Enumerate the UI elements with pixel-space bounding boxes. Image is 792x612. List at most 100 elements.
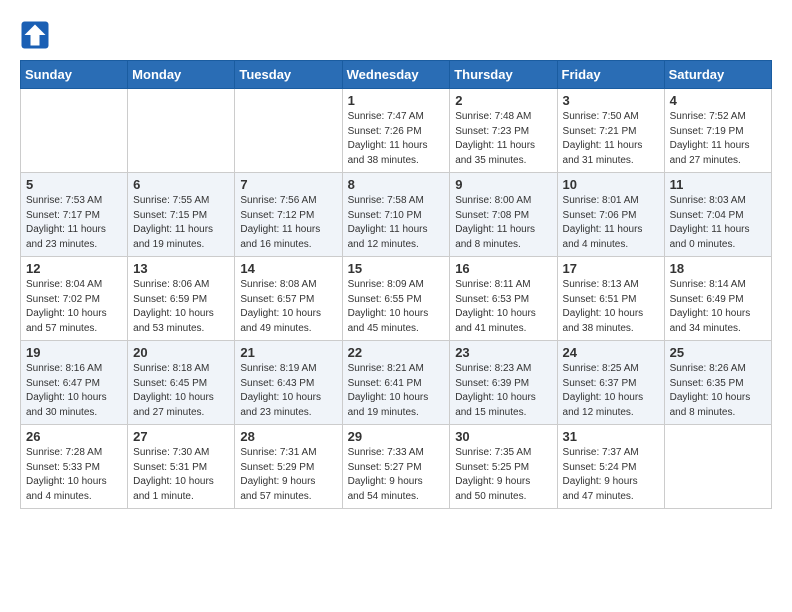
day-info: Sunrise: 8:08 AM Sunset: 6:57 PM Dayligh…: [240, 278, 336, 336]
calendar-header-friday: Friday: [557, 61, 664, 89]
day-number: 29: [348, 429, 445, 444]
day-info: Sunrise: 8:23 AM Sunset: 6:39 PM Dayligh…: [455, 362, 551, 420]
calendar-cell: 22Sunrise: 8:21 AM Sunset: 6:41 PM Dayli…: [342, 341, 450, 425]
day-number: 12: [26, 261, 122, 276]
day-info: Sunrise: 8:11 AM Sunset: 6:53 PM Dayligh…: [455, 278, 551, 336]
day-info: Sunrise: 8:09 AM Sunset: 6:55 PM Dayligh…: [348, 278, 445, 336]
day-info: Sunrise: 8:16 AM Sunset: 6:47 PM Dayligh…: [26, 362, 122, 420]
day-number: 28: [240, 429, 336, 444]
calendar-week-row: 26 Sunrise: 7:28 AM Sunset: 5:33 PM Dayli…: [21, 425, 772, 509]
day-number: 16: [455, 261, 551, 276]
calendar-cell: 18 Sunrise: 8:14 AM Sunset: 6:49 PM Dayli…: [664, 257, 771, 341]
calendar-cell: 19 Sunrise: 8:16 AM Sunset: 6:47 PM Dayli…: [21, 341, 128, 425]
day-number: 13: [133, 261, 229, 276]
day-number: 19: [26, 345, 122, 360]
calendar-cell: 7 Sunrise: 7:56 AM Sunset: 7:12 PM Daylig…: [235, 173, 342, 257]
day-number: 27: [133, 429, 229, 444]
calendar-cell: [21, 89, 128, 173]
calendar-table: SundayMondayTuesdayWednesdayThursdayFrid…: [20, 60, 772, 509]
day-number: 10: [563, 177, 659, 192]
day-info: Sunrise: 8:06 AM Sunset: 6:59 PM Dayligh…: [133, 278, 229, 336]
day-number: 30: [455, 429, 551, 444]
calendar-header-monday: Monday: [128, 61, 235, 89]
day-number: 4: [670, 93, 766, 108]
day-info: Sunrise: 7:30 AM Sunset: 5:31 PM Dayligh…: [133, 446, 229, 504]
day-number: 7: [240, 177, 336, 192]
logo-icon: [20, 20, 50, 50]
day-info: Sunrise: 8:01 AM Sunset: 7:06 PM Dayligh…: [563, 194, 659, 252]
day-number: 24: [563, 345, 659, 360]
calendar-header-saturday: Saturday: [664, 61, 771, 89]
calendar-cell: 11 Sunrise: 8:03 AM Sunset: 7:04 PM Dayli…: [664, 173, 771, 257]
day-info: Sunrise: 7:56 AM Sunset: 7:12 PM Dayligh…: [240, 194, 336, 252]
calendar-header-wednesday: Wednesday: [342, 61, 450, 89]
calendar-cell: 5 Sunrise: 7:53 AM Sunset: 7:17 PM Daylig…: [21, 173, 128, 257]
day-number: 31: [563, 429, 659, 444]
day-info: Sunrise: 8:26 AM Sunset: 6:35 PM Dayligh…: [670, 362, 766, 420]
calendar-cell: 2 Sunrise: 7:48 AM Sunset: 7:23 PM Daylig…: [450, 89, 557, 173]
day-info: Sunrise: 7:28 AM Sunset: 5:33 PM Dayligh…: [26, 446, 122, 504]
day-info: Sunrise: 7:55 AM Sunset: 7:15 PM Dayligh…: [133, 194, 229, 252]
day-info: Sunrise: 8:25 AM Sunset: 6:37 PM Dayligh…: [563, 362, 659, 420]
calendar-cell: 12 Sunrise: 8:04 AM Sunset: 7:02 PM Dayli…: [21, 257, 128, 341]
logo: [20, 20, 54, 50]
day-info: Sunrise: 7:31 AM Sunset: 5:29 PM Dayligh…: [240, 446, 336, 504]
day-number: 2: [455, 93, 551, 108]
calendar-cell: 27 Sunrise: 7:30 AM Sunset: 5:31 PM Dayli…: [128, 425, 235, 509]
day-number: 14: [240, 261, 336, 276]
calendar-week-row: 19 Sunrise: 8:16 AM Sunset: 6:47 PM Dayli…: [21, 341, 772, 425]
day-info: Sunrise: 7:52 AM Sunset: 7:19 PM Dayligh…: [670, 110, 766, 168]
day-number: 17: [563, 261, 659, 276]
day-number: 26: [26, 429, 122, 444]
calendar-cell: 24 Sunrise: 8:25 AM Sunset: 6:37 PM Dayli…: [557, 341, 664, 425]
calendar-header-tuesday: Tuesday: [235, 61, 342, 89]
day-info: Sunrise: 7:37 AM Sunset: 5:24 PM Dayligh…: [563, 446, 659, 504]
calendar-cell: 25Sunrise: 8:26 AM Sunset: 6:35 PM Dayli…: [664, 341, 771, 425]
day-number: 11: [670, 177, 766, 192]
calendar-cell: 4 Sunrise: 7:52 AM Sunset: 7:19 PM Daylig…: [664, 89, 771, 173]
day-number: 22: [348, 345, 445, 360]
calendar-cell: 29 Sunrise: 7:33 AM Sunset: 5:27 PM Dayli…: [342, 425, 450, 509]
calendar-cell: 15Sunrise: 8:09 AM Sunset: 6:55 PM Dayli…: [342, 257, 450, 341]
calendar-header-sunday: Sunday: [21, 61, 128, 89]
day-number: 3: [563, 93, 659, 108]
calendar-cell: [664, 425, 771, 509]
calendar-cell: 28 Sunrise: 7:31 AM Sunset: 5:29 PM Dayli…: [235, 425, 342, 509]
calendar-cell: 31 Sunrise: 7:37 AM Sunset: 5:24 PM Dayli…: [557, 425, 664, 509]
calendar-header-row: SundayMondayTuesdayWednesdayThursdayFrid…: [21, 61, 772, 89]
calendar-cell: 10 Sunrise: 8:01 AM Sunset: 7:06 PM Dayli…: [557, 173, 664, 257]
calendar-cell: 16 Sunrise: 8:11 AM Sunset: 6:53 PM Dayli…: [450, 257, 557, 341]
day-info: Sunrise: 7:53 AM Sunset: 7:17 PM Dayligh…: [26, 194, 122, 252]
day-info: Sunrise: 8:14 AM Sunset: 6:49 PM Dayligh…: [670, 278, 766, 336]
day-number: 18: [670, 261, 766, 276]
calendar-cell: 23 Sunrise: 8:23 AM Sunset: 6:39 PM Dayli…: [450, 341, 557, 425]
day-number: 23: [455, 345, 551, 360]
calendar-cell: 9 Sunrise: 8:00 AM Sunset: 7:08 PM Daylig…: [450, 173, 557, 257]
calendar-cell: 8Sunrise: 7:58 AM Sunset: 7:10 PM Daylig…: [342, 173, 450, 257]
page-header: [20, 20, 772, 50]
calendar-cell: [128, 89, 235, 173]
calendar-cell: 17 Sunrise: 8:13 AM Sunset: 6:51 PM Dayli…: [557, 257, 664, 341]
calendar-cell: 14 Sunrise: 8:08 AM Sunset: 6:57 PM Dayli…: [235, 257, 342, 341]
day-number: 21: [240, 345, 336, 360]
day-info: Sunrise: 8:03 AM Sunset: 7:04 PM Dayligh…: [670, 194, 766, 252]
day-info: Sunrise: 7:35 AM Sunset: 5:25 PM Dayligh…: [455, 446, 551, 504]
calendar-cell: 26 Sunrise: 7:28 AM Sunset: 5:33 PM Dayli…: [21, 425, 128, 509]
day-info: Sunrise: 8:00 AM Sunset: 7:08 PM Dayligh…: [455, 194, 551, 252]
calendar-cell: 3 Sunrise: 7:50 AM Sunset: 7:21 PM Daylig…: [557, 89, 664, 173]
day-info: Sunrise: 7:33 AM Sunset: 5:27 PM Dayligh…: [348, 446, 445, 504]
day-info: Sunrise: 8:04 AM Sunset: 7:02 PM Dayligh…: [26, 278, 122, 336]
day-info: Sunrise: 8:13 AM Sunset: 6:51 PM Dayligh…: [563, 278, 659, 336]
day-info: Sunrise: 7:48 AM Sunset: 7:23 PM Dayligh…: [455, 110, 551, 168]
calendar-cell: 13 Sunrise: 8:06 AM Sunset: 6:59 PM Dayli…: [128, 257, 235, 341]
day-info: Sunrise: 7:50 AM Sunset: 7:21 PM Dayligh…: [563, 110, 659, 168]
day-number: 20: [133, 345, 229, 360]
calendar-cell: 20 Sunrise: 8:18 AM Sunset: 6:45 PM Dayli…: [128, 341, 235, 425]
day-info: Sunrise: 8:18 AM Sunset: 6:45 PM Dayligh…: [133, 362, 229, 420]
day-number: 9: [455, 177, 551, 192]
day-number: 8: [348, 177, 445, 192]
calendar-header-thursday: Thursday: [450, 61, 557, 89]
day-info: Sunrise: 8:19 AM Sunset: 6:43 PM Dayligh…: [240, 362, 336, 420]
calendar-week-row: 12 Sunrise: 8:04 AM Sunset: 7:02 PM Dayli…: [21, 257, 772, 341]
day-number: 5: [26, 177, 122, 192]
